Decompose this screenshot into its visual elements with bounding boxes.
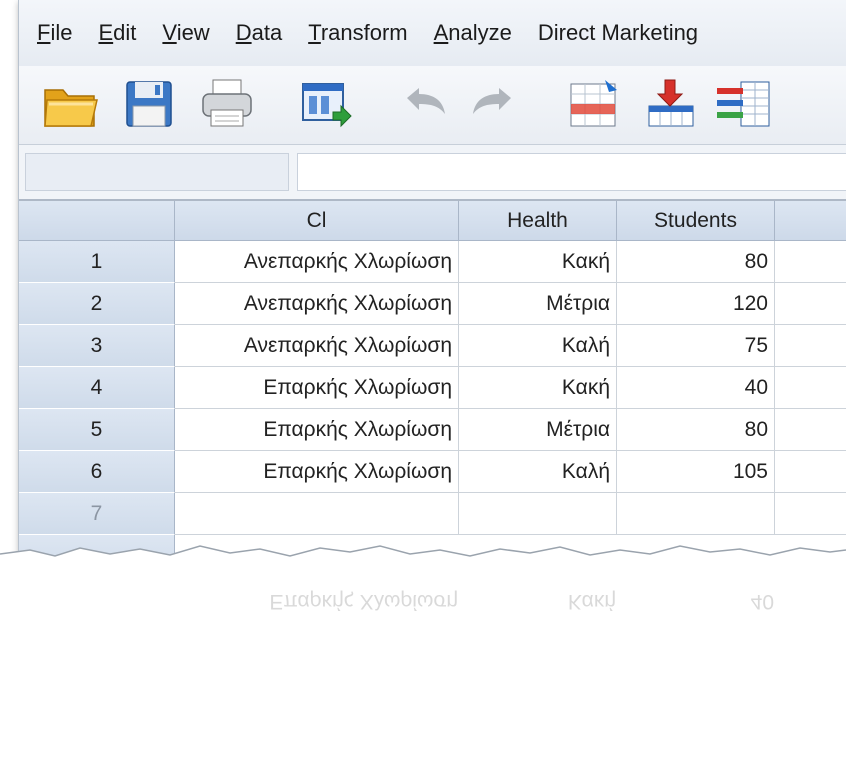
menu-analyze[interactable]: Analyze [434, 20, 512, 46]
cell-cl[interactable]: Ανεπαρκής Χλωρίωση [175, 325, 459, 367]
goto-variable-icon[interactable] [641, 76, 701, 132]
cell-students[interactable]: 40 [617, 367, 775, 409]
reflection-students: 40 [750, 590, 774, 613]
column-header-cl[interactable]: Cl [175, 201, 459, 241]
cell-empty[interactable] [775, 283, 846, 325]
row-header[interactable]: 1 [19, 241, 175, 283]
cell-cl[interactable]: Ανεπαρκής Χλωρίωση [175, 283, 459, 325]
menu-data[interactable]: Data [236, 20, 282, 46]
cell-students[interactable]: 75 [617, 325, 775, 367]
column-header-health[interactable]: Health [459, 201, 617, 241]
cell-students[interactable]: 120 [617, 283, 775, 325]
dialog-recall-icon[interactable] [297, 76, 357, 132]
toolbar [19, 66, 846, 145]
open-folder-icon[interactable] [41, 76, 101, 132]
column-header-empty[interactable] [775, 201, 846, 241]
print-icon[interactable] [197, 76, 257, 132]
reflection-health: Κακή [567, 590, 616, 613]
row-header[interactable]: 2 [19, 283, 175, 325]
menu-direct-marketing[interactable]: Direct Marketing [538, 20, 698, 46]
cell-health[interactable] [459, 493, 617, 535]
cell-empty[interactable] [775, 367, 846, 409]
menu-bar: File Edit View Data Transform Analyze Di… [19, 0, 846, 66]
cell-health[interactable]: Καλή [459, 325, 617, 367]
cell-value-input[interactable] [297, 153, 846, 191]
variables-icon[interactable] [713, 76, 773, 132]
cell-cl[interactable]: Επαρκής Χλωρίωση [175, 409, 459, 451]
menu-file[interactable]: File [37, 20, 72, 46]
menu-transform[interactable]: Transform [308, 20, 407, 46]
cell-empty[interactable] [775, 493, 846, 535]
cell-students[interactable]: 80 [617, 409, 775, 451]
cell-empty[interactable] [775, 241, 846, 283]
cell-health[interactable]: Κακή [459, 367, 617, 409]
redo-icon[interactable] [465, 76, 525, 132]
cell-editor-bar [19, 145, 846, 201]
row-header[interactable]: 5 [19, 409, 175, 451]
cell-cl[interactable] [175, 493, 459, 535]
cell-cl[interactable]: Ανεπαρκής Χλωρίωση [175, 241, 459, 283]
cell-students[interactable]: 80 [617, 241, 775, 283]
cell-students[interactable]: 105 [617, 451, 775, 493]
cell-empty[interactable] [775, 451, 846, 493]
row-header[interactable]: 7 [19, 493, 175, 535]
cell-health[interactable]: Μέτρια [459, 409, 617, 451]
cell-cl[interactable]: Επαρκής Χλωρίωση [175, 367, 459, 409]
row-header[interactable]: 6 [19, 451, 175, 493]
menu-edit[interactable]: Edit [98, 20, 136, 46]
torn-edge-decoration [0, 545, 846, 580]
column-header-students[interactable]: Students [617, 201, 775, 241]
cell-empty[interactable] [775, 409, 846, 451]
mirror-reflection: Επαρκής Χλωρίωση Κακή 40 Επαρκής Χλωρίωσ… [18, 588, 846, 783]
goto-case-icon[interactable] [565, 76, 625, 132]
reflection-cl: Επαρκής Χλωρίωση [269, 590, 458, 613]
row-header[interactable]: 4 [19, 367, 175, 409]
corner-header [19, 201, 175, 241]
cell-empty[interactable] [775, 325, 846, 367]
cell-health[interactable]: Κακή [459, 241, 617, 283]
spss-data-editor-window: File Edit View Data Transform Analyze Di… [18, 0, 846, 565]
row-header[interactable]: 3 [19, 325, 175, 367]
cell-cl[interactable]: Επαρκής Χλωρίωση [175, 451, 459, 493]
cell-health[interactable]: Μέτρια [459, 283, 617, 325]
cell-health[interactable]: Καλή [459, 451, 617, 493]
cell-students[interactable] [617, 493, 775, 535]
undo-icon[interactable] [393, 76, 453, 132]
cell-reference-box[interactable] [25, 153, 289, 191]
save-disk-icon[interactable] [119, 76, 179, 132]
menu-view[interactable]: View [162, 20, 209, 46]
